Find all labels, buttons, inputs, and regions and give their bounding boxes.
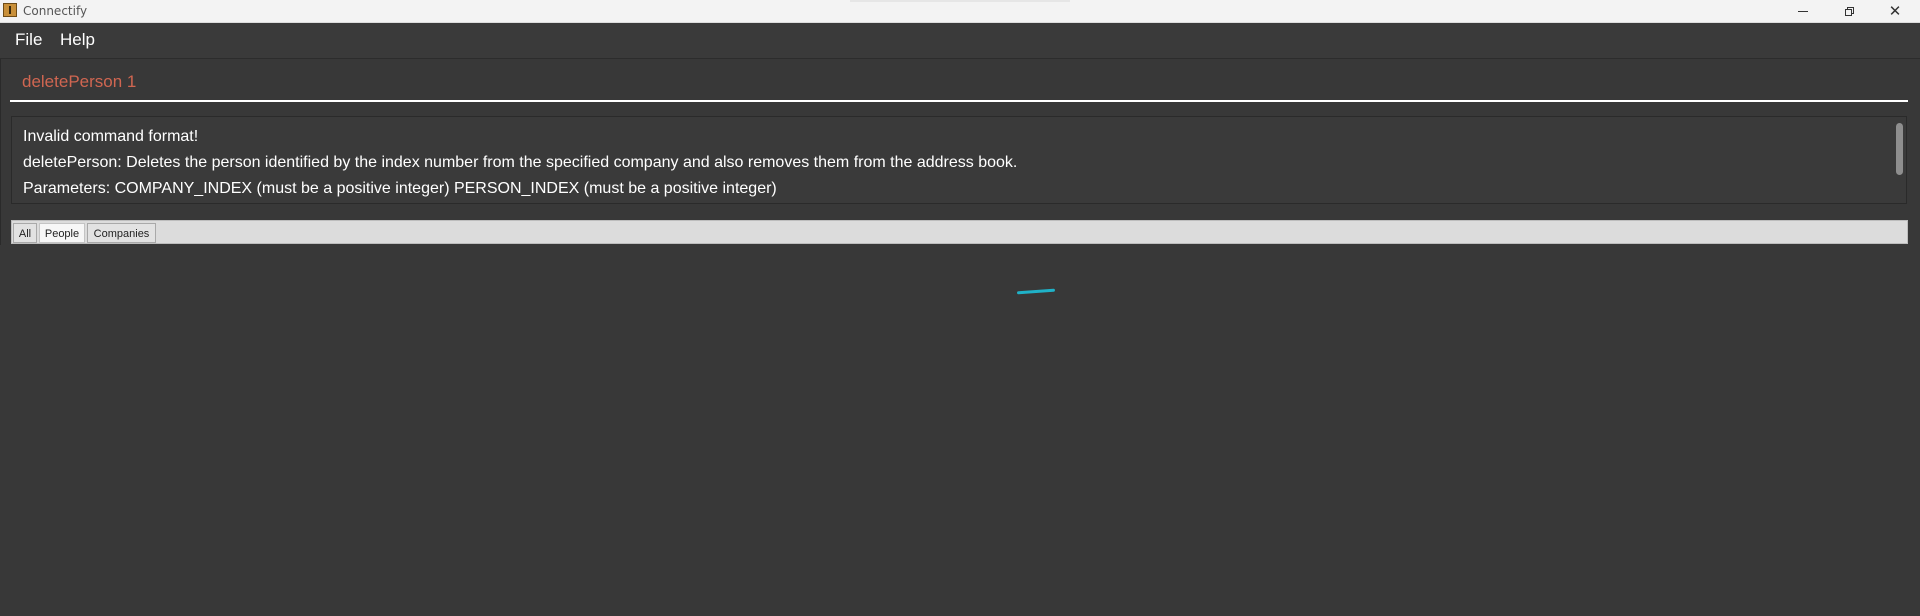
result-display[interactable]: Invalid command format! deletePerson: De… xyxy=(11,116,1907,204)
window-title: Connectify xyxy=(23,4,88,18)
close-icon: ✕ xyxy=(1888,1,1902,20)
minimize-button[interactable] xyxy=(1780,0,1826,22)
result-scrollbar[interactable] xyxy=(1896,123,1903,175)
title-bar-decoration xyxy=(850,0,1070,2)
loading-indicator xyxy=(1016,288,1056,295)
command-box xyxy=(10,64,1908,104)
tab-all[interactable]: All xyxy=(13,223,37,243)
minimize-icon xyxy=(1798,10,1808,12)
app-window: Connectify ✕ File Help Invalid command f… xyxy=(0,0,1920,616)
title-bar: Connectify ✕ xyxy=(0,0,1920,23)
list-panel xyxy=(0,245,1920,616)
close-button[interactable]: ✕ xyxy=(1872,0,1918,22)
menu-bar: File Help xyxy=(0,23,1920,59)
result-line-parameters: Parameters: COMPANY_INDEX (must be a pos… xyxy=(23,180,777,197)
app-icon xyxy=(3,3,17,17)
restore-button[interactable] xyxy=(1826,0,1872,22)
command-input[interactable] xyxy=(10,64,1908,102)
result-line-usage: deletePerson: Deletes the person identif… xyxy=(23,154,1018,171)
tab-companies[interactable]: Companies xyxy=(87,223,156,243)
tab-strip: All People Companies xyxy=(11,220,1908,244)
tab-people[interactable]: People xyxy=(39,223,85,243)
result-line-error: Invalid command format! xyxy=(23,128,199,145)
menu-file[interactable]: File xyxy=(15,30,42,50)
menu-help[interactable]: Help xyxy=(60,30,95,50)
restore-icon xyxy=(1845,7,1854,16)
